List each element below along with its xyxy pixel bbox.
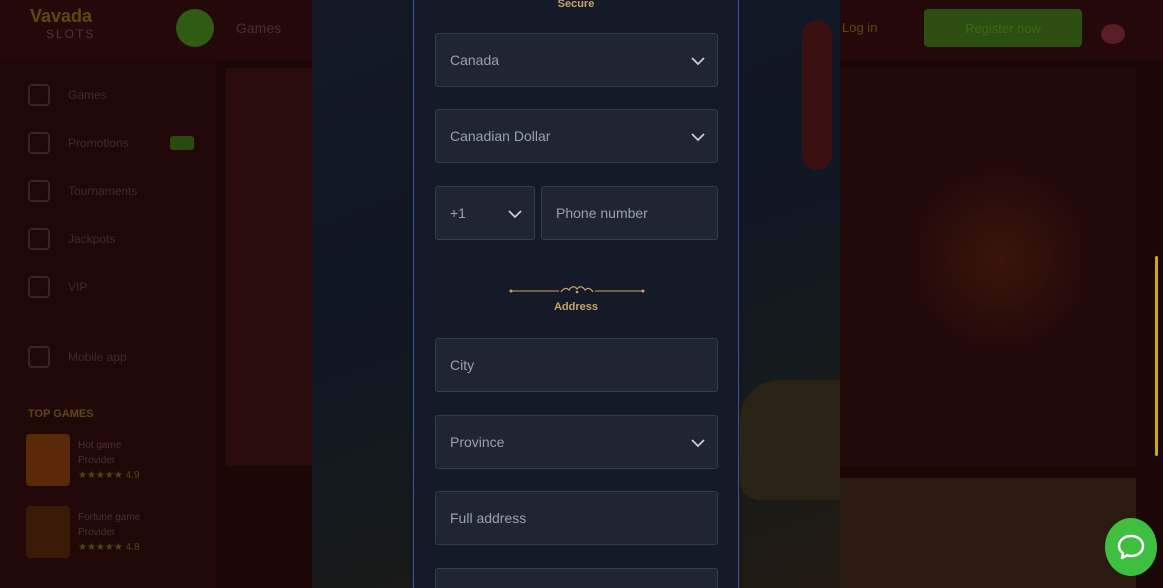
- banner-left: [226, 68, 316, 466]
- sidebar-item-tournaments[interactable]: Tournaments: [28, 180, 137, 202]
- sidebar-section-title: TOP GAMES: [28, 408, 94, 420]
- ornament-divider-icon: [509, 286, 645, 294]
- page-scrollbar[interactable]: [1155, 256, 1158, 456]
- full-address-input[interactable]: Full address: [435, 491, 718, 545]
- sidebar-item-label: VIP: [68, 280, 88, 294]
- game-rating: ★★★★★ 4.9: [78, 470, 140, 481]
- game-title: Fortune game: [78, 512, 141, 523]
- crown-icon: [28, 228, 50, 250]
- banner-bottom: [840, 478, 1136, 588]
- game-thumbnail[interactable]: [26, 506, 70, 558]
- city-input[interactable]: City: [435, 338, 718, 392]
- sidebar-item-label: Games: [68, 88, 107, 102]
- postal-code-input[interactable]: [435, 568, 718, 588]
- registration-modal: Secure Canada Canadian Dollar +1 Phone n…: [413, 0, 739, 588]
- game-info: Fortune game Provider ★★★★★ 4.8: [78, 510, 140, 555]
- sidebar-item-label: Promotions: [68, 136, 129, 150]
- diamond-icon: [28, 276, 50, 298]
- game-rating: ★★★★★ 4.8: [78, 542, 140, 553]
- promotions-badge: [170, 136, 194, 150]
- chevron-down-icon: [691, 133, 705, 142]
- sidebar-item-label: Tournaments: [68, 184, 138, 198]
- sidebar-item-mobile-app[interactable]: Mobile app: [28, 346, 127, 368]
- logo-text: Vavada: [30, 6, 93, 26]
- currency-value: Canadian Dollar: [450, 128, 551, 144]
- game-provider: Provider: [78, 527, 116, 538]
- search-icon: [28, 84, 50, 106]
- trophy-icon: [28, 180, 50, 202]
- language-flag-icon[interactable]: [1101, 24, 1125, 44]
- sidebar-item-jackpots[interactable]: Jackpots: [28, 228, 115, 250]
- sidebar-item-label: Mobile app: [68, 350, 127, 364]
- game-thumbnail[interactable]: [26, 434, 70, 486]
- site-logo[interactable]: Vavada SLOTS: [30, 6, 125, 46]
- chevron-down-icon: [691, 439, 705, 448]
- currency-select[interactable]: Canadian Dollar: [435, 109, 718, 163]
- full-address-placeholder: Full address: [450, 510, 527, 526]
- phone-placeholder: Phone number: [556, 205, 648, 221]
- sidebar-item-games[interactable]: Games: [28, 84, 107, 106]
- phone-icon: [28, 346, 50, 368]
- city-placeholder: City: [450, 357, 475, 373]
- logo-subtext: SLOTS: [46, 27, 96, 41]
- phone-code-select[interactable]: +1: [435, 186, 535, 240]
- country-select[interactable]: Canada: [435, 33, 718, 87]
- chat-bubble-icon: [1117, 534, 1145, 560]
- chevron-down-icon: [508, 210, 522, 219]
- chevron-down-icon: [691, 57, 705, 66]
- phone-code-value: +1: [450, 205, 466, 221]
- province-select[interactable]: Province: [435, 415, 718, 469]
- province-placeholder: Province: [450, 434, 505, 450]
- country-value: Canada: [450, 52, 500, 68]
- sidebar-item-promotions[interactable]: Promotions: [28, 132, 129, 154]
- game-info: Hot game Provider ★★★★★ 4.9: [78, 438, 140, 483]
- register-button[interactable]: Register now: [924, 9, 1082, 47]
- gift-icon: [28, 132, 50, 154]
- live-chat-button[interactable]: [1105, 518, 1157, 576]
- phone-number-input[interactable]: Phone number: [541, 186, 718, 240]
- login-link[interactable]: Log in: [842, 20, 877, 35]
- address-section-title: Address: [553, 301, 599, 313]
- game-title: Hot game: [78, 440, 122, 451]
- game-provider: Provider: [78, 455, 116, 466]
- nav-games-link[interactable]: Games: [236, 20, 281, 36]
- sidebar-item-vip[interactable]: VIP: [28, 276, 87, 298]
- secure-label: Secure: [557, 0, 595, 10]
- menu-toggle-icon[interactable]: [176, 9, 214, 47]
- banner-right: [840, 68, 1136, 466]
- sidebar-item-label: Jackpots: [68, 232, 116, 246]
